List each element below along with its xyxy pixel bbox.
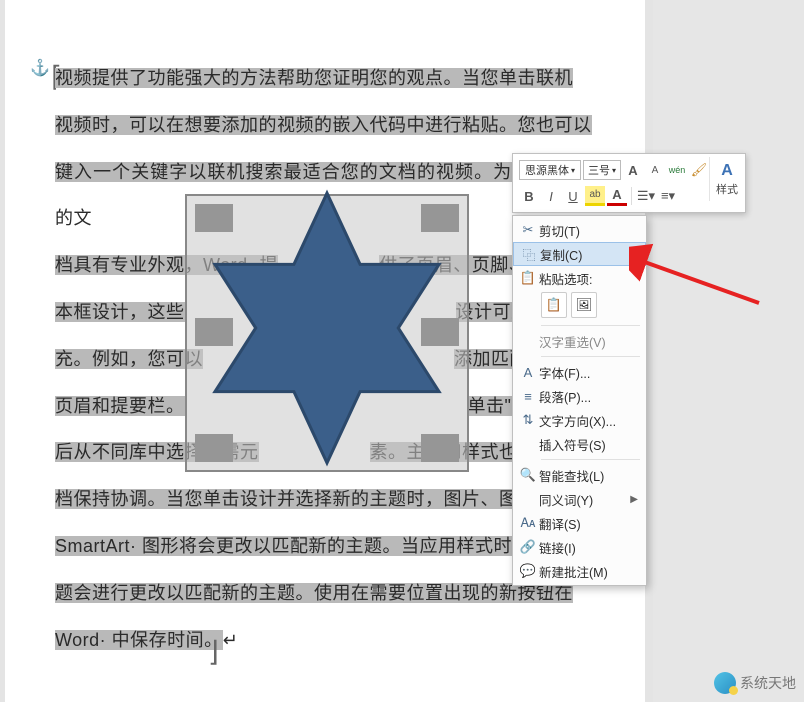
styles-icon: A — [721, 162, 733, 180]
font-name-combo[interactable]: 思源黑体▾ — [519, 160, 581, 180]
separator — [541, 356, 640, 357]
styles-label: 样式 — [716, 181, 738, 197]
text-line[interactable]: 档保持协调。当您单击设计并选择新的主题时，图片、图表或 — [55, 489, 555, 509]
cut-icon: ✂ — [517, 222, 539, 238]
shape-canvas[interactable] — [185, 194, 469, 472]
menu-link[interactable]: 🔗 链接(I) — [513, 535, 646, 559]
clipboard-icon: 📋 — [517, 270, 539, 286]
paste-picture-button[interactable]: 🖼 — [571, 292, 597, 318]
bullets-button[interactable]: ☰▾ — [636, 186, 656, 206]
search-icon: 🔍 — [517, 467, 539, 483]
font-size-combo[interactable]: 三号▾ — [583, 160, 621, 180]
text-line[interactable]: 题会进行更改以匹配新的主题。使用在需要位置出现的新按钮在 — [55, 583, 573, 603]
text-line[interactable]: 充。例如，您可以 — [55, 349, 203, 369]
text-line[interactable]: 页眉和提要栏。 — [55, 396, 185, 416]
menu-ime-reconvert[interactable]: 汉字重选(V) — [513, 329, 646, 353]
text-line[interactable]: 视频时，可以在想要添加的视频的嵌入代码中进行粘贴。您也可以 — [55, 115, 592, 135]
selection-bracket-right: ⌋ — [208, 635, 219, 668]
styles-button[interactable]: A 样式 — [709, 157, 739, 201]
text-line[interactable]: Word· 中保存时间。 — [55, 630, 223, 650]
menu-translate[interactable]: 🗛 翻译(S) — [513, 511, 646, 535]
menu-smart-lookup[interactable]: 🔍 智能查找(L) — [513, 463, 646, 487]
text-line[interactable]: SmartArt· 图形将会更改以匹配新的主题。当应用样式时，您的标 — [55, 536, 586, 556]
paste-keep-source-button[interactable]: 📋 — [541, 292, 567, 318]
text-line[interactable]: 键入一个关键字以联机搜索最适合您的文档的视频。为使您的文 — [55, 162, 588, 182]
chevron-right-icon: ▶ — [630, 494, 638, 505]
menu-cut[interactable]: ✂ 剪切(T) — [513, 218, 646, 242]
right-panel — [653, 0, 804, 702]
text-direction-icon: ⇅ — [517, 412, 539, 428]
separator — [541, 325, 640, 326]
menu-new-comment[interactable]: 💬 新建批注(M) — [513, 559, 646, 583]
menu-font[interactable]: A 字体(F)... — [513, 360, 646, 384]
menu-insert-symbol[interactable]: 插入符号(S) — [513, 432, 646, 456]
format-painter-button[interactable]: 🖌 — [689, 160, 709, 180]
menu-synonyms[interactable]: 同义词(Y) ▶ — [513, 487, 646, 511]
highlight-button[interactable]: ab — [585, 186, 605, 206]
separator — [541, 459, 640, 460]
comment-icon: 💬 — [517, 563, 539, 579]
italic-button[interactable]: I — [541, 186, 561, 206]
paste-options-row: 📋 🖼 — [513, 290, 646, 322]
separator — [631, 187, 632, 205]
grow-font-button[interactable]: A — [623, 160, 643, 180]
context-menu: ✂ 剪切(T) ⿻ 复制(C) 📋 粘贴选项: 📋 🖼 汉字重选(V) A 字体… — [512, 215, 647, 586]
numbering-button[interactable]: ≡▾ — [658, 186, 678, 206]
menu-copy[interactable]: ⿻ 复制(C) — [513, 242, 646, 266]
mini-toolbar: 思源黑体▾ 三号▾ A A wén 🖌 B I U ab A ☰▾ ≡▾ A 样… — [512, 153, 746, 213]
text-line[interactable]: 本框设计，这些 — [55, 302, 185, 322]
phonetic-guide-button[interactable]: wén — [667, 160, 687, 180]
menu-paragraph[interactable]: ≡ 段落(P)... — [513, 384, 646, 408]
translate-icon: 🗛 — [517, 515, 539, 531]
anchor-icon: ⚓ — [30, 58, 50, 78]
paragraph-icon: ≡ — [517, 389, 539, 404]
bold-button[interactable]: B — [519, 186, 539, 206]
menu-text-direction[interactable]: ⇅ 文字方向(X)... — [513, 408, 646, 432]
font-icon: A — [517, 365, 539, 380]
underline-button[interactable]: U — [563, 186, 583, 206]
link-icon: 🔗 — [517, 539, 539, 555]
shrink-font-button[interactable]: A — [645, 160, 665, 180]
watermark-globe-icon — [714, 672, 736, 694]
menu-paste-options-header: 📋 粘贴选项: — [513, 266, 646, 290]
text-line[interactable]: 视频提供了功能强大的方法帮助您证明您的观点。当您单击联机 — [55, 68, 573, 88]
copy-icon: ⿻ — [518, 245, 540, 264]
watermark: 系统天地 — [714, 672, 796, 694]
star-shape[interactable] — [197, 188, 457, 468]
font-color-button[interactable]: A — [607, 186, 627, 206]
watermark-text: 系统天地 — [740, 673, 796, 693]
